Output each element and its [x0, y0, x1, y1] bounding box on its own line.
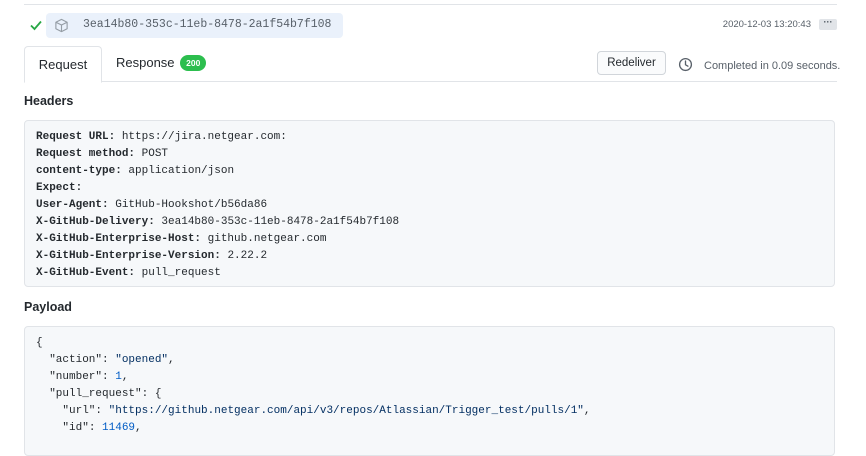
payload-line: "pull_request": {: [36, 386, 823, 403]
package-icon: [55, 18, 68, 33]
json-string: "https://github.netgear.com/api/v3/repos…: [108, 405, 584, 417]
payload-line: "number": 1,: [36, 369, 823, 386]
header-key: Request method:: [36, 148, 136, 160]
header-value: https://jira.netgear.com:: [115, 131, 287, 143]
header-value: 3ea14b80-353c-11eb-8478-2a1f54b7f108: [154, 216, 400, 228]
json-key: "action": [36, 354, 103, 366]
completed-text: Completed in 0.09 seconds.: [704, 60, 841, 72]
redeliver-button[interactable]: Redeliver: [597, 51, 666, 75]
status-badge: 200: [180, 55, 207, 71]
payload-heading: Payload: [24, 300, 72, 314]
header-line-content-type: content-type: application/json: [36, 163, 823, 180]
header-line-event: X-GitHub-Event: pull_request: [36, 265, 823, 282]
headers-code-block: Request URL: https://jira.netgear.com: R…: [24, 120, 835, 287]
json-punct: : {: [141, 388, 162, 400]
tab-response-label: Response: [116, 55, 175, 70]
header-value: POST: [135, 148, 169, 160]
payload-line: {: [36, 335, 823, 352]
json-key: "number": [36, 371, 103, 383]
payload-line: "action": "opened",: [36, 352, 823, 369]
more-options-button[interactable]: ···: [819, 18, 837, 30]
request-response-tabs: Request Response 200 Redeliver Completed…: [24, 45, 841, 83]
json-number: 11469: [102, 422, 136, 434]
check-icon: [30, 20, 42, 31]
header-value: application/json: [121, 165, 235, 177]
payload-line: "id": 11469,: [36, 420, 823, 437]
json-punct: ,: [135, 422, 142, 434]
top-divider: [24, 4, 837, 5]
delivery-timestamp: 2020-12-03 13:20:43: [722, 19, 811, 30]
json-punct: :: [102, 354, 116, 366]
header-line-request-url: Request URL: https://jira.netgear.com:: [36, 129, 823, 146]
header-key: X-GitHub-Event:: [36, 267, 136, 279]
json-key: "pull_request": [36, 388, 142, 400]
json-key: "id": [36, 422, 89, 434]
header-value: 2.22.2: [220, 250, 268, 262]
header-key: Expect:: [36, 182, 83, 194]
payload-code-block: { "action": "opened", "number": 1, "pull…: [24, 326, 835, 456]
header-line-request-method: Request method: POST: [36, 146, 823, 163]
delivery-guid-pill[interactable]: 3ea14b80-353c-11eb-8478-2a1f54b7f108: [46, 13, 343, 38]
json-punct: ,: [121, 371, 129, 383]
header-line-expect: Expect:: [36, 180, 823, 197]
delivery-row[interactable]: 3ea14b80-353c-11eb-8478-2a1f54b7f108 202…: [24, 13, 837, 39]
header-line-enterprise-version: X-GitHub-Enterprise-Version: 2.22.2: [36, 248, 823, 265]
json-punct: :: [95, 405, 109, 417]
header-value: github.netgear.com: [201, 233, 327, 245]
json-punct: ,: [583, 405, 591, 417]
json-punct: ,: [168, 354, 175, 366]
header-value: GitHub-Hookshot/b56da86: [108, 199, 268, 211]
header-line-user-agent: User-Agent: GitHub-Hookshot/b56da86: [36, 197, 823, 214]
tabs-baseline: [24, 81, 837, 82]
delivery-guid: 3ea14b80-353c-11eb-8478-2a1f54b7f108: [83, 18, 332, 31]
json-punct: :: [88, 422, 103, 434]
payload-line: "url": "https://github.netgear.com/api/v…: [36, 403, 823, 420]
json-punct: {: [36, 337, 43, 349]
json-key: "url": [36, 405, 96, 417]
header-key: X-GitHub-Delivery:: [36, 216, 155, 228]
json-number: 1: [115, 371, 122, 383]
header-key: X-GitHub-Enterprise-Version:: [36, 250, 221, 262]
header-key: X-GitHub-Enterprise-Host:: [36, 233, 202, 245]
header-line-delivery: X-GitHub-Delivery: 3ea14b80-353c-11eb-84…: [36, 214, 823, 231]
header-line-enterprise-host: X-GitHub-Enterprise-Host: github.netgear…: [36, 231, 823, 248]
tab-response[interactable]: Response 200: [116, 55, 207, 71]
json-punct: :: [102, 371, 116, 383]
header-key: Request URL:: [36, 131, 116, 143]
header-key: content-type:: [36, 165, 122, 177]
json-string: "opened": [115, 354, 169, 366]
header-key: User-Agent:: [36, 199, 109, 211]
header-value: pull_request: [135, 267, 221, 279]
tab-request[interactable]: Request: [24, 46, 102, 83]
headers-heading: Headers: [24, 94, 74, 108]
clock-icon: [678, 57, 693, 72]
